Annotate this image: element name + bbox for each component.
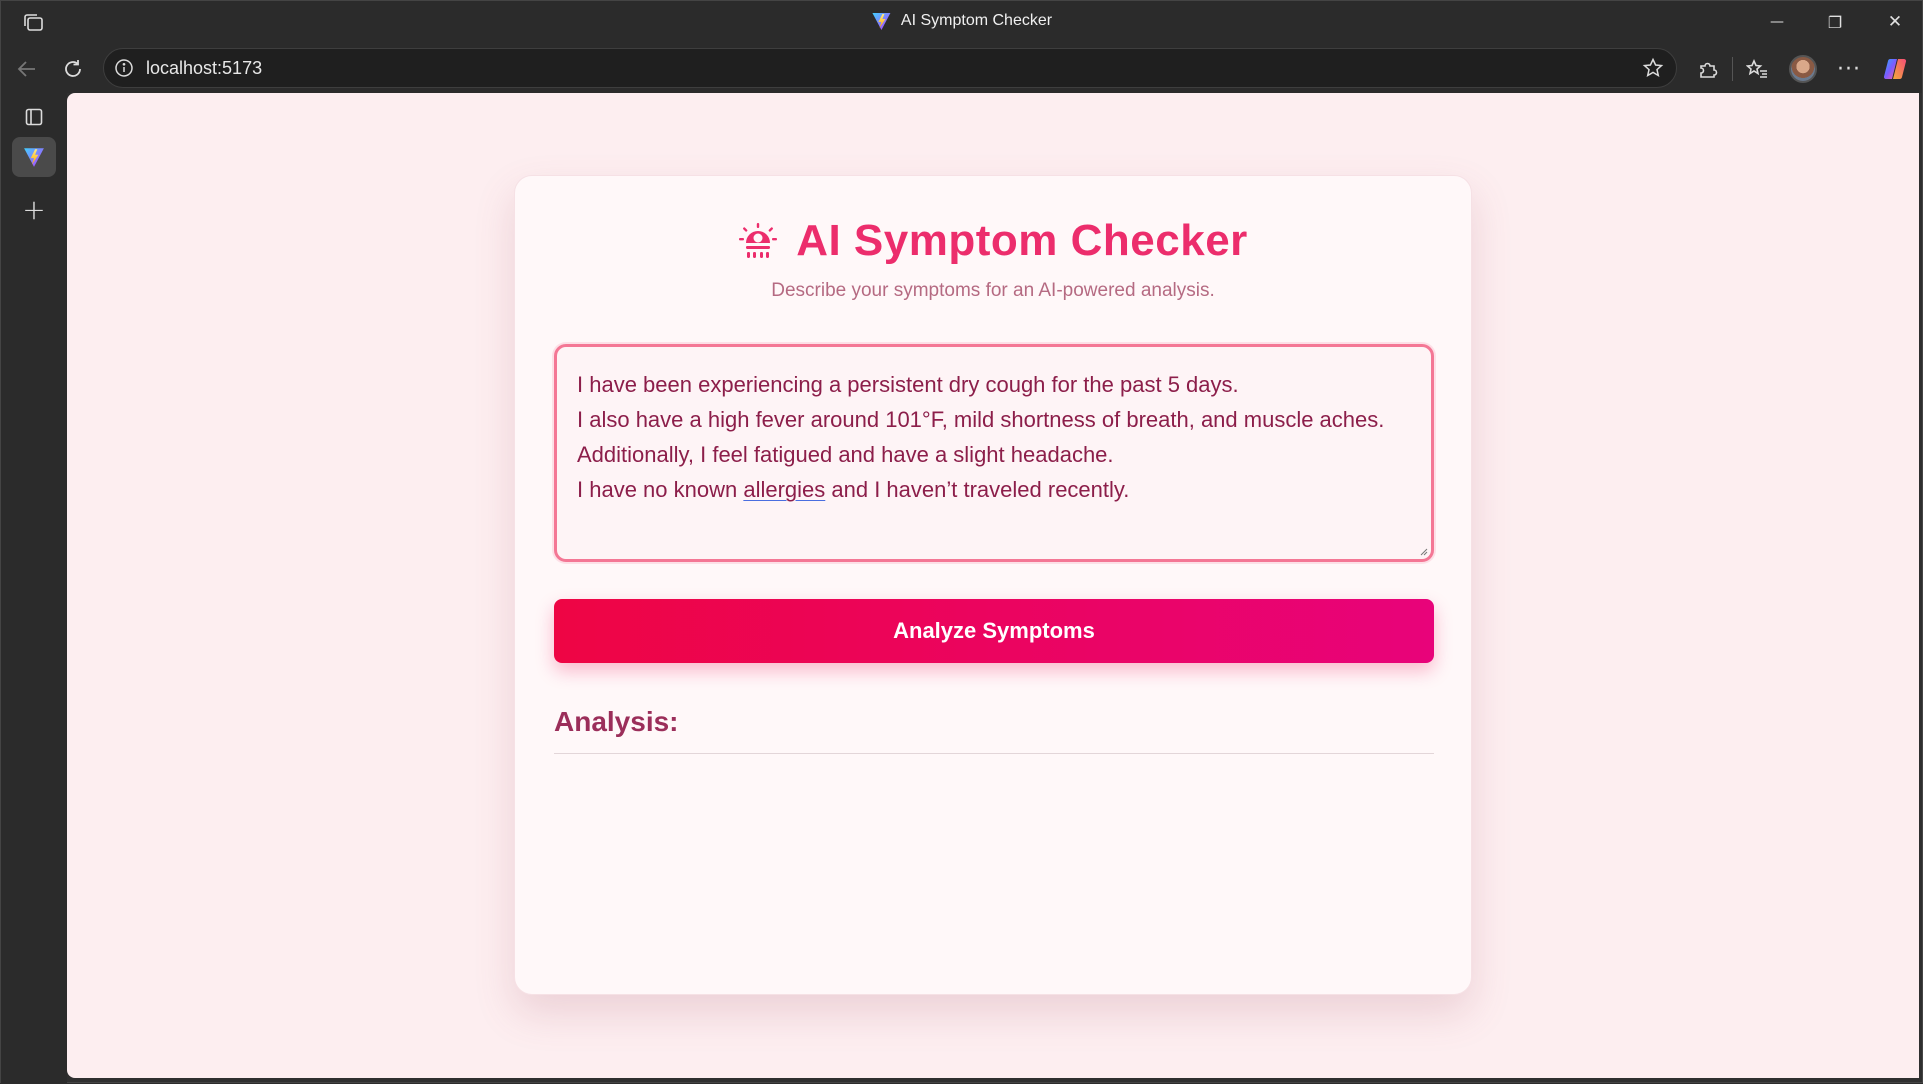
germ-icon [739,223,778,258]
minimize-button[interactable]: — [1749,1,1805,43]
symptom-line: I have no known allergies and I haven’t … [577,472,1411,507]
toolbar-divider [1732,57,1733,81]
symptoms-textarea[interactable]: I have been experiencing a persistent dr… [554,344,1434,562]
app-header: AI Symptom Checker [515,216,1471,266]
vite-icon [871,13,890,30]
avatar [1789,55,1817,83]
arrow-left-icon [17,61,35,77]
title-bar: AI Symptom Checker — ❐ ✕ [1,1,1922,43]
favorites-button[interactable] [1743,55,1771,83]
vite-icon [24,148,44,167]
symptom-text: I have no known [577,477,744,502]
plus-icon: + [22,192,46,226]
profile-button[interactable] [1789,55,1817,83]
close-icon: ✕ [1887,12,1903,32]
analysis-heading: Analysis: [554,706,679,737]
symptom-checker-card: AI Symptom Checker Describe your symptom… [514,175,1472,995]
more-button[interactable]: ··· [1835,55,1863,83]
spellcheck-word[interactable]: allergies [743,477,825,502]
page-viewport: AI Symptom Checker Describe your symptom… [67,93,1919,1078]
symptom-line: I have been experiencing a persistent dr… [577,372,1239,397]
tab-panel-button[interactable] [12,97,56,137]
analysis-divider [554,753,1434,754]
favorite-star-icon[interactable] [1642,57,1664,79]
close-button[interactable]: ✕ [1867,1,1923,43]
symptom-line: I also have a high fever around 101°F, m… [577,407,1385,432]
tab-ai-symptom-checker[interactable] [12,137,56,177]
restore-icon: ❐ [1827,12,1843,32]
vertical-tab-strip: + [1,93,67,1084]
resize-grip-icon[interactable] [1418,546,1428,556]
reload-icon [65,60,81,77]
favorites-list-icon [1746,59,1767,78]
symptom-text: and I haven’t traveled recently. [825,477,1130,502]
browser-toolbar: localhost:5173 ··· [1,43,1922,93]
site-info-icon[interactable] [114,58,134,78]
copilot-button[interactable] [1881,55,1909,83]
copilot-icon [1883,58,1907,80]
back-button[interactable] [13,55,41,83]
browser-window: AI Symptom Checker — ❐ ✕ localhost:5173 … [0,0,1923,1084]
analysis-output [554,766,1434,966]
window-title: AI Symptom Checker [871,11,1052,31]
extensions-button[interactable] [1694,55,1722,83]
reload-button[interactable] [59,55,87,83]
symptom-line: Additionally, I feel fatigued and have a… [577,442,1114,467]
tab-actions-icon[interactable] [21,12,45,34]
new-tab-button[interactable]: + [12,189,56,229]
page-subtitle: Describe your symptoms for an AI-powered… [771,280,1215,301]
minimize-icon: — [1770,14,1784,30]
restore-button[interactable]: ❐ [1807,1,1863,43]
window-title-text: AI Symptom Checker [900,12,1053,29]
puzzle-icon [1700,62,1718,78]
address-bar[interactable]: localhost:5173 [103,48,1677,88]
sidebar-panel-icon [25,108,43,126]
analyze-symptoms-button[interactable]: Analyze Symptoms [554,599,1434,663]
page-title: AI Symptom Checker [796,216,1248,265]
url-text[interactable]: localhost:5173 [146,58,262,79]
more-icon: ··· [1837,56,1861,82]
